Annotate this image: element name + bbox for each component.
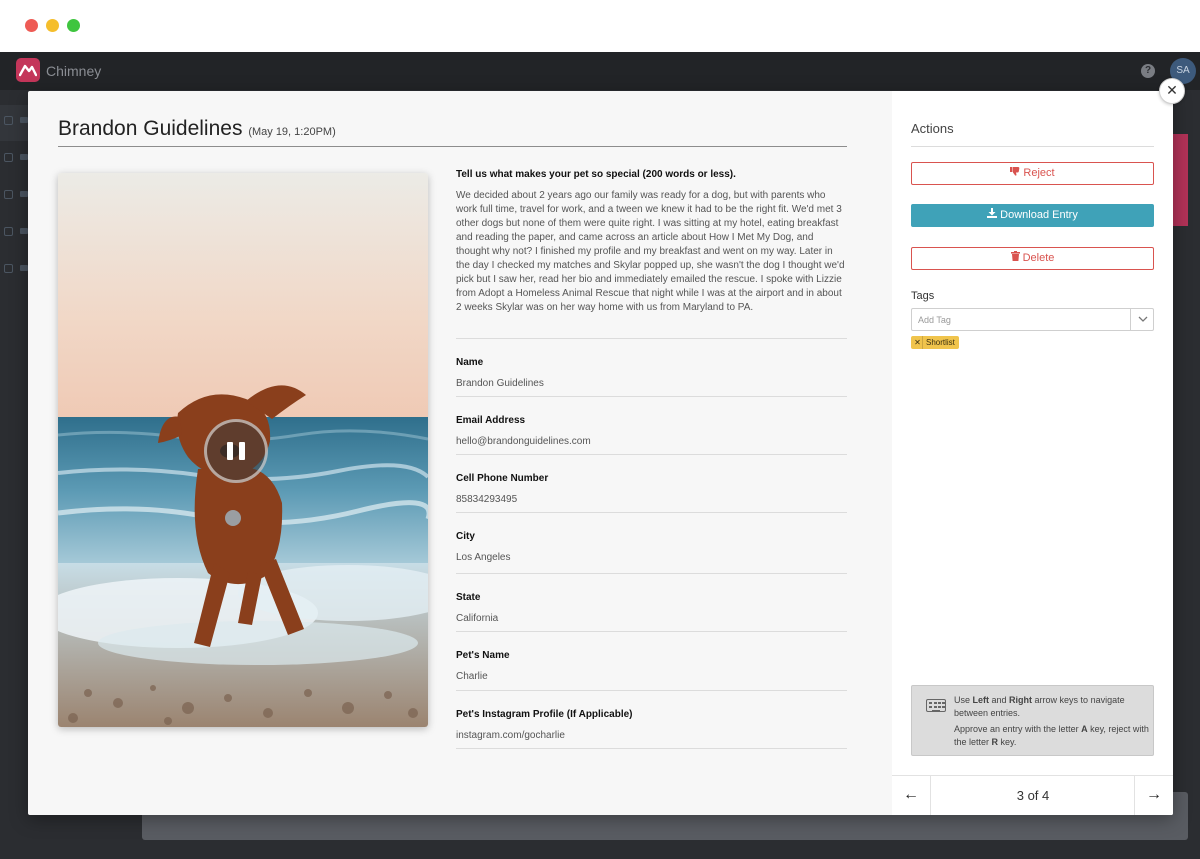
field-label: Pet's Instagram Profile (If Applicable)	[456, 709, 633, 720]
pet-photo[interactable]	[58, 173, 428, 727]
chimney-logo-icon[interactable]	[16, 58, 40, 82]
actions-panel: Actions Reject Download Entry Delete Tag…	[892, 91, 1173, 815]
sidebar-item-icon	[4, 153, 13, 162]
window-close-dot[interactable]	[25, 19, 38, 32]
sidebar-item-label	[20, 154, 28, 160]
entry-pager: ← 3 of 4 →	[892, 775, 1173, 815]
fields-divider	[456, 748, 847, 749]
download-icon	[987, 205, 998, 226]
field-value: hello@brandonguidelines.com	[456, 436, 591, 447]
entry-modal: Brandon Guidelines (May 19, 1:20PM) Tell…	[28, 91, 1173, 815]
entry-name-title: Brandon Guidelines	[58, 117, 243, 140]
field-value: instagram.com/gocharlie	[456, 730, 565, 741]
keyboard-icon	[926, 699, 946, 712]
field-value: Brandon Guidelines	[456, 378, 544, 389]
pause-button[interactable]	[204, 419, 268, 483]
close-icon: ✕	[1166, 82, 1178, 98]
select-separator	[1130, 309, 1131, 330]
window-titlebar	[0, 0, 1200, 52]
field-name: Name Brandon Guidelines	[456, 338, 847, 396]
sidebar-item-label	[20, 228, 28, 234]
download-label: Download Entry	[1000, 209, 1078, 221]
field-label: Email Address	[456, 415, 526, 426]
sidebar-item-1[interactable]	[4, 115, 30, 125]
window-minimize-dot[interactable]	[46, 19, 59, 32]
remove-tag-icon[interactable]: ✕	[913, 336, 923, 349]
sidebar-item-label	[20, 191, 28, 197]
field-email: Email Address hello@brandonguidelines.co…	[456, 396, 847, 454]
sidebar-item-icon	[4, 190, 13, 199]
sidebar-item-icon	[4, 116, 13, 125]
hint-approve-reject: Approve an entry with the letter A key, …	[954, 724, 1149, 747]
field-city: City Los Angeles	[456, 512, 847, 570]
help-icon[interactable]: ?	[1141, 64, 1155, 78]
field-label: State	[456, 592, 481, 603]
previous-entry-button[interactable]: ←	[892, 776, 931, 815]
sidebar-item-icon	[4, 227, 13, 236]
sidebar-item-2[interactable]	[4, 152, 30, 162]
field-label: Pet's Name	[456, 650, 510, 661]
field-label: Cell Phone Number	[456, 473, 549, 484]
sidebar-item-5[interactable]	[4, 263, 30, 273]
sidebar-item-4[interactable]	[4, 226, 30, 236]
arrow-right-icon: →	[1146, 786, 1162, 803]
field-label: City	[456, 531, 475, 542]
background-accent	[1172, 134, 1188, 226]
tag-chip: ✕ Shortlist	[911, 336, 959, 349]
app-header: Chimney ? SA	[0, 52, 1200, 90]
pause-icon	[227, 442, 233, 460]
field-phone: Cell Phone Number 85834293495	[456, 454, 847, 512]
actions-title: Actions	[911, 121, 954, 136]
entry-details: Brandon Guidelines (May 19, 1:20PM) Tell…	[28, 91, 892, 815]
tags-label: Tags	[911, 290, 935, 302]
reject-label: Reject	[1023, 167, 1055, 179]
field-pet-name: Pet's Name Charlie	[456, 631, 847, 689]
field-value: California	[456, 613, 499, 624]
field-value: Charlie	[456, 671, 488, 682]
essay-question: Tell us what makes your pet so special (…	[456, 169, 736, 180]
arrow-left-icon: ←	[903, 786, 919, 803]
download-entry-button[interactable]: Download Entry	[911, 204, 1154, 227]
sidebar-item-label	[20, 117, 28, 123]
pause-icon-bar	[239, 442, 245, 460]
tag-label: Shortlist	[926, 338, 955, 347]
chevron-down-icon[interactable]	[1138, 313, 1148, 328]
brand-name: Chimney	[46, 63, 102, 79]
title-divider	[58, 146, 847, 147]
sidebar-item-label	[20, 265, 28, 271]
close-modal-button[interactable]: ✕	[1159, 78, 1185, 104]
page-title: Brandon Guidelines (May 19, 1:20PM)	[58, 117, 336, 141]
field-state: State California	[456, 573, 847, 631]
entry-date: (May 19, 1:20PM)	[248, 126, 336, 138]
sidebar-item-icon	[4, 264, 13, 273]
reject-button[interactable]: Reject	[911, 162, 1154, 185]
window-maximize-dot[interactable]	[67, 19, 80, 32]
next-entry-button[interactable]: →	[1134, 776, 1173, 815]
keyboard-hint: Use Left and Right arrow keys to navigat…	[911, 685, 1154, 756]
thumbs-down-icon	[1010, 163, 1020, 184]
trash-icon	[1010, 248, 1020, 269]
entry-counter: 3 of 4	[1016, 788, 1050, 803]
add-tag-select[interactable]: Add Tag	[911, 308, 1154, 331]
hint-navigation: Use Left and Right arrow keys to navigat…	[954, 695, 1125, 718]
field-label: Name	[456, 357, 484, 368]
field-value: 85834293495	[456, 494, 518, 505]
field-instagram: Pet's Instagram Profile (If Applicable) …	[456, 690, 847, 748]
field-value: Los Angeles	[456, 552, 511, 563]
add-tag-placeholder: Add Tag	[918, 315, 951, 325]
delete-button[interactable]: Delete	[911, 247, 1154, 270]
essay-answer: We decided about 2 years ago our family …	[456, 190, 845, 313]
sidebar-item-3[interactable]	[4, 189, 30, 199]
actions-divider	[911, 146, 1154, 147]
delete-label: Delete	[1022, 252, 1055, 264]
